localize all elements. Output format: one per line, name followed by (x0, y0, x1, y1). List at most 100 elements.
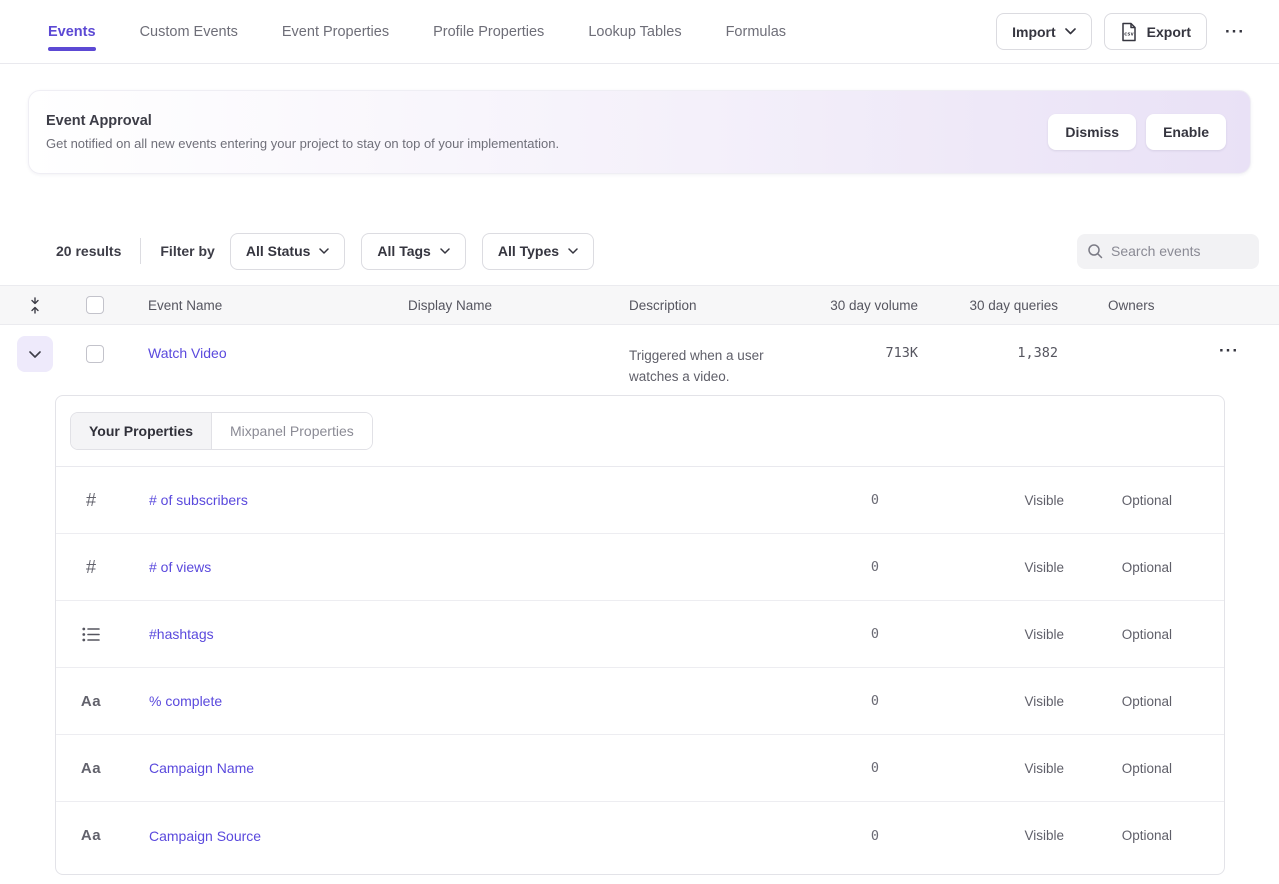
all-types-label: All Types (498, 243, 559, 259)
column-header-30-day-queries: 30 day queries (918, 298, 1058, 313)
tab-profile-properties-label: Profile Properties (433, 24, 544, 40)
event-30-day-queries: 1,382 (918, 325, 1058, 387)
tab-mixpanel-properties[interactable]: Mixpanel Properties (212, 413, 372, 449)
column-header-30-day-volume: 30 day volume (769, 298, 918, 313)
event-display-name (380, 325, 609, 387)
property-row: Aa Campaign Name 0 Visible Optional (56, 735, 1224, 802)
search-box (1077, 234, 1259, 269)
all-status-label: All Status (246, 243, 311, 259)
property-requirement: Optional (1064, 694, 1172, 709)
tab-your-properties[interactable]: Your Properties (71, 413, 212, 449)
property-count: 0 (726, 492, 879, 508)
property-count: 0 (726, 559, 879, 575)
row-checkbox[interactable] (86, 345, 104, 363)
banner-title: Event Approval (46, 113, 559, 129)
all-tags-dropdown[interactable]: All Tags (361, 233, 465, 270)
chevron-down-icon (29, 351, 41, 358)
number-type-icon: # (56, 490, 126, 511)
text-type-icon: Aa (56, 760, 126, 777)
event-description: Triggered when a user watches a video. (629, 345, 769, 387)
results-count: 20 results (56, 243, 121, 259)
property-name-link[interactable]: Campaign Name (126, 760, 254, 776)
import-button[interactable]: Import (996, 13, 1092, 50)
property-visibility: Visible (879, 493, 1064, 508)
property-name-link[interactable]: # of subscribers (126, 492, 248, 508)
property-visibility: Visible (879, 761, 1064, 776)
tab-lookup-tables[interactable]: Lookup Tables (588, 0, 681, 63)
row-more-menu-button[interactable]: ··· (1213, 337, 1245, 365)
event-name-link[interactable]: Watch Video (148, 345, 227, 361)
enable-button[interactable]: Enable (1146, 114, 1226, 150)
collapse-row-button[interactable] (17, 336, 53, 372)
list-type-icon (56, 627, 126, 642)
properties-tab-group: Your Properties Mixpanel Properties (70, 412, 373, 450)
tab-event-properties-label: Event Properties (282, 24, 389, 40)
text-type-icon: Aa (56, 827, 126, 844)
event-approval-banner: Event Approval Get notified on all new e… (28, 90, 1251, 174)
banner-actions: Dismiss Enable (1048, 114, 1226, 150)
nav-actions: Import csv Export ··· (996, 0, 1251, 63)
tab-events[interactable]: Events (48, 0, 96, 63)
property-name-link[interactable]: % complete (126, 693, 222, 709)
property-name-link[interactable]: #hashtags (126, 626, 214, 642)
tab-formulas[interactable]: Formulas (726, 0, 786, 63)
property-name-link[interactable]: # of views (126, 559, 211, 575)
number-type-icon: # (56, 557, 126, 578)
event-owners (1058, 325, 1179, 387)
all-tags-label: All Tags (377, 243, 430, 259)
column-header-display-name: Display Name (380, 298, 609, 313)
tab-custom-events[interactable]: Custom Events (140, 0, 238, 63)
export-button[interactable]: csv Export (1104, 13, 1207, 50)
property-visibility: Visible (879, 560, 1064, 575)
tab-custom-events-label: Custom Events (140, 24, 238, 40)
filter-bar: 20 results Filter by All Status All Tags… (0, 232, 1279, 270)
all-types-dropdown[interactable]: All Types (482, 233, 594, 270)
tab-profile-properties[interactable]: Profile Properties (433, 0, 544, 63)
property-row: #hashtags 0 Visible Optional (56, 601, 1224, 668)
tab-events-label: Events (48, 24, 96, 40)
tab-event-properties[interactable]: Event Properties (282, 0, 389, 63)
property-row: Aa Campaign Source 0 Visible Optional (56, 802, 1224, 869)
property-visibility: Visible (879, 627, 1064, 642)
dismiss-button[interactable]: Dismiss (1048, 114, 1136, 150)
export-button-label: Export (1147, 24, 1191, 40)
divider (140, 238, 141, 264)
tab-formulas-label: Formulas (726, 24, 786, 40)
filter-by-label: Filter by (160, 243, 214, 259)
property-name-link[interactable]: Campaign Source (126, 828, 261, 844)
column-header-description: Description (609, 298, 769, 313)
chevron-down-icon (440, 248, 450, 254)
banner-subtitle: Get notified on all new events entering … (46, 136, 559, 151)
import-button-label: Import (1012, 24, 1056, 40)
property-row: # # of subscribers 0 Visible Optional (56, 467, 1224, 534)
property-count: 0 (726, 828, 879, 844)
property-requirement: Optional (1064, 761, 1172, 776)
text-type-icon: Aa (56, 693, 126, 710)
search-input[interactable] (1111, 243, 1249, 259)
property-visibility: Visible (879, 694, 1064, 709)
property-count: 0 (726, 693, 879, 709)
property-row: # # of views 0 Visible Optional (56, 534, 1224, 601)
ellipsis-icon: ··· (1219, 341, 1239, 360)
chevron-down-icon (1065, 28, 1076, 35)
more-menu-button[interactable]: ··· (1219, 18, 1251, 46)
collapse-all-button[interactable] (0, 297, 70, 314)
collapse-icon (28, 297, 42, 314)
chevron-down-icon (568, 248, 578, 254)
event-30-day-volume: 713K (769, 325, 918, 387)
lexicon-tabs: Events Custom Events Event Properties Pr… (0, 0, 786, 63)
chevron-down-icon (319, 248, 329, 254)
search-icon (1087, 243, 1103, 259)
property-requirement: Optional (1064, 828, 1172, 843)
property-count: 0 (726, 760, 879, 776)
svg-text:csv: csv (1124, 31, 1134, 37)
csv-file-icon: csv (1120, 22, 1138, 42)
property-count: 0 (726, 626, 879, 642)
properties-tab-bar: Your Properties Mixpanel Properties (56, 396, 1224, 467)
all-status-dropdown[interactable]: All Status (230, 233, 346, 270)
column-header-owners: Owners (1058, 298, 1179, 313)
column-header-event-name: Event Name (120, 298, 380, 313)
event-row-watch-video: Watch Video Triggered when a user watche… (0, 325, 1279, 387)
banner-text: Event Approval Get notified on all new e… (46, 113, 559, 151)
select-all-checkbox[interactable] (86, 296, 104, 314)
